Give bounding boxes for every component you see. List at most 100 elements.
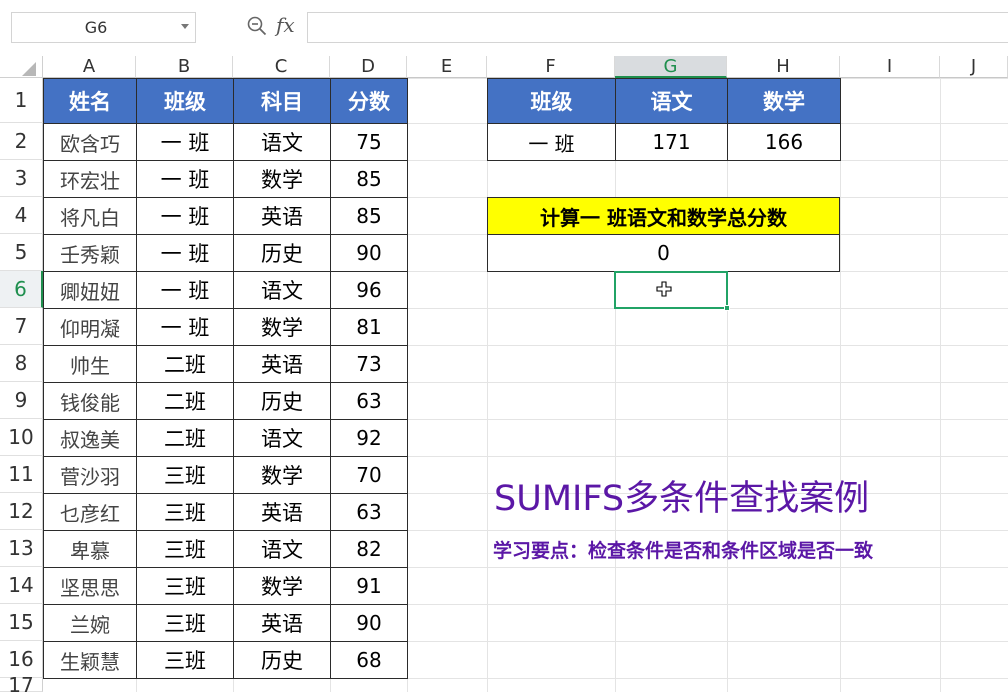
- table-cell[interactable]: 英语: [233, 493, 331, 531]
- row-header-4[interactable]: 4: [0, 197, 43, 234]
- summary-value-cell[interactable]: 一 班: [487, 123, 616, 161]
- row-header-2[interactable]: 2: [0, 123, 43, 160]
- row-header-7[interactable]: 7: [0, 308, 43, 345]
- summary-header-cell[interactable]: 班级: [487, 78, 616, 124]
- column-header-d[interactable]: D: [330, 56, 407, 78]
- table-cell[interactable]: 欧含巧: [43, 123, 137, 161]
- fx-icon[interactable]: fx: [276, 10, 304, 40]
- table-cell[interactable]: 数学: [233, 567, 331, 605]
- table-cell[interactable]: 三班: [136, 641, 234, 679]
- table-cell[interactable]: 英语: [233, 197, 331, 235]
- table-header-cell[interactable]: 班级: [136, 78, 234, 124]
- table-cell[interactable]: 63: [330, 493, 408, 531]
- table-cell[interactable]: 75: [330, 123, 408, 161]
- calc-title-cell[interactable]: 计算一 班语文和数学总分数: [487, 197, 840, 235]
- table-cell[interactable]: 90: [330, 234, 408, 272]
- column-header-e[interactable]: E: [407, 56, 487, 78]
- table-cell[interactable]: 数学: [233, 308, 331, 346]
- table-cell[interactable]: 一 班: [136, 234, 234, 272]
- column-header-j[interactable]: J: [940, 56, 1008, 78]
- table-cell[interactable]: 钱俊能: [43, 382, 137, 420]
- row-header-3[interactable]: 3: [0, 160, 43, 197]
- table-cell[interactable]: 仰明凝: [43, 308, 137, 346]
- table-cell[interactable]: 卿妞妞: [43, 271, 137, 309]
- column-header-c[interactable]: C: [233, 56, 330, 78]
- table-cell[interactable]: 帅生: [43, 345, 137, 383]
- table-cell[interactable]: 英语: [233, 345, 331, 383]
- table-cell[interactable]: 历史: [233, 234, 331, 272]
- row-header-15[interactable]: 15: [0, 604, 43, 641]
- row-header-9[interactable]: 9: [0, 382, 43, 419]
- calc-result-cell[interactable]: 0: [487, 234, 840, 272]
- table-cell[interactable]: 生颖慧: [43, 641, 137, 679]
- row-header-12[interactable]: 12: [0, 493, 43, 530]
- table-cell[interactable]: 语文: [233, 271, 331, 309]
- table-cell[interactable]: 菅沙羽: [43, 456, 137, 494]
- table-cell[interactable]: 92: [330, 419, 408, 457]
- column-header-i[interactable]: I: [840, 56, 940, 78]
- table-cell[interactable]: 数学: [233, 160, 331, 198]
- row-header-14[interactable]: 14: [0, 567, 43, 604]
- table-cell[interactable]: 一 班: [136, 197, 234, 235]
- summary-value-cell[interactable]: 171: [615, 123, 728, 161]
- table-cell[interactable]: 语文: [233, 419, 331, 457]
- row-header-5[interactable]: 5: [0, 234, 43, 271]
- table-cell[interactable]: 85: [330, 197, 408, 235]
- table-cell[interactable]: 三班: [136, 456, 234, 494]
- zoom-icon[interactable]: [247, 16, 267, 36]
- column-header-h[interactable]: H: [727, 56, 840, 78]
- table-cell[interactable]: 91: [330, 567, 408, 605]
- row-header-13[interactable]: 13: [0, 530, 43, 567]
- summary-header-cell[interactable]: 语文: [615, 78, 728, 124]
- chevron-down-icon[interactable]: [181, 24, 189, 29]
- formula-input[interactable]: [307, 12, 1008, 43]
- table-header-cell[interactable]: 姓名: [43, 78, 137, 124]
- table-cell[interactable]: 一 班: [136, 308, 234, 346]
- summary-header-cell[interactable]: 数学: [727, 78, 841, 124]
- table-cell[interactable]: 70: [330, 456, 408, 494]
- table-cell[interactable]: 卑慕: [43, 530, 137, 568]
- table-cell[interactable]: 乜彦红: [43, 493, 137, 531]
- table-cell[interactable]: 三班: [136, 567, 234, 605]
- table-cell[interactable]: 壬秀颖: [43, 234, 137, 272]
- table-header-cell[interactable]: 分数: [330, 78, 408, 124]
- table-cell[interactable]: 三班: [136, 604, 234, 642]
- table-cell[interactable]: 63: [330, 382, 408, 420]
- column-header-b[interactable]: B: [136, 56, 233, 78]
- table-cell[interactable]: 68: [330, 641, 408, 679]
- table-cell[interactable]: 数学: [233, 456, 331, 494]
- fill-handle[interactable]: [724, 305, 730, 311]
- table-cell[interactable]: 82: [330, 530, 408, 568]
- column-header-g[interactable]: G: [615, 56, 727, 78]
- table-cell[interactable]: 一 班: [136, 160, 234, 198]
- table-cell[interactable]: 英语: [233, 604, 331, 642]
- column-header-f[interactable]: F: [487, 56, 615, 78]
- table-cell[interactable]: 一 班: [136, 123, 234, 161]
- table-cell[interactable]: 二班: [136, 345, 234, 383]
- row-header-17[interactable]: 17: [0, 673, 43, 697]
- table-cell[interactable]: 环宏壮: [43, 160, 137, 198]
- table-cell[interactable]: 73: [330, 345, 408, 383]
- table-cell[interactable]: 语文: [233, 123, 331, 161]
- table-cell[interactable]: 兰婉: [43, 604, 137, 642]
- table-cell[interactable]: 历史: [233, 382, 331, 420]
- row-header-8[interactable]: 8: [0, 345, 43, 382]
- name-box[interactable]: G6: [11, 12, 196, 43]
- row-header-6[interactable]: 6: [0, 271, 43, 308]
- row-header-1[interactable]: 1: [0, 78, 43, 123]
- table-header-cell[interactable]: 科目: [233, 78, 331, 124]
- table-cell[interactable]: 叔逸美: [43, 419, 137, 457]
- table-cell[interactable]: 二班: [136, 382, 234, 420]
- table-cell[interactable]: 90: [330, 604, 408, 642]
- table-cell[interactable]: 一 班: [136, 271, 234, 309]
- table-cell[interactable]: 三班: [136, 530, 234, 568]
- column-header-a[interactable]: A: [43, 56, 136, 78]
- table-cell[interactable]: 三班: [136, 493, 234, 531]
- table-cell[interactable]: 85: [330, 160, 408, 198]
- table-cell[interactable]: 81: [330, 308, 408, 346]
- table-cell[interactable]: 历史: [233, 641, 331, 679]
- table-cell[interactable]: 将凡白: [43, 197, 137, 235]
- table-cell[interactable]: 二班: [136, 419, 234, 457]
- row-header-11[interactable]: 11: [0, 456, 43, 493]
- table-cell[interactable]: 语文: [233, 530, 331, 568]
